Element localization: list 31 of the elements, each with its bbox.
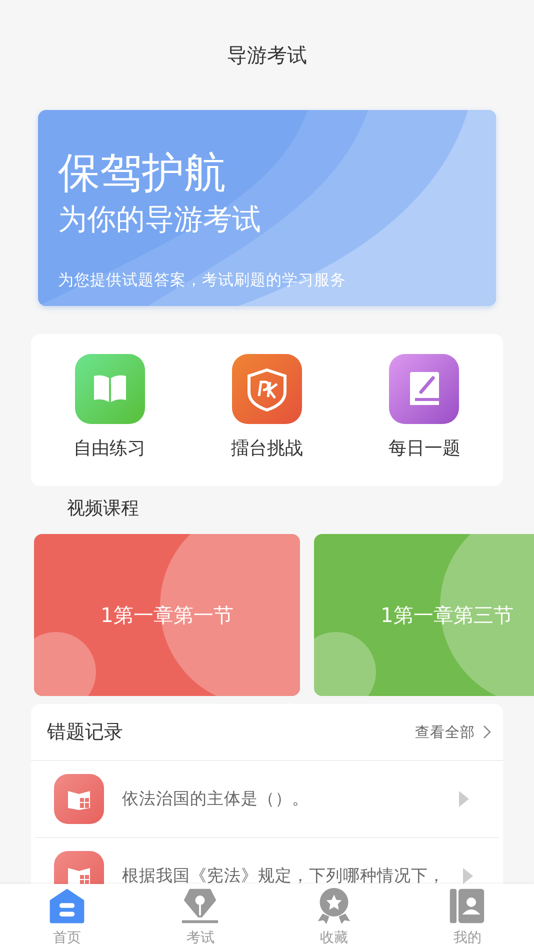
shortcut-label[interactable]: 擂台挑战 xyxy=(230,436,303,460)
contact-card-icon xyxy=(448,887,486,925)
page-title: 导游考试 xyxy=(227,42,307,68)
tab[interactable]: 收藏 xyxy=(267,884,400,950)
pen-nib-icon xyxy=(181,887,220,925)
course-card[interactable]: 1第一章第三节 xyxy=(314,534,534,696)
section-title: 视频课程 xyxy=(67,498,139,519)
chevron-icon xyxy=(483,725,491,739)
arrow-icon xyxy=(459,791,469,807)
tab[interactable]: 首页 xyxy=(0,884,134,950)
shortcut-label[interactable]: 自由练习 xyxy=(74,436,146,460)
tab[interactable]: 考试 xyxy=(134,884,267,950)
course-title: 1第一章第一节 xyxy=(100,602,234,628)
tab[interactable]: 我的 xyxy=(400,884,534,950)
shield-icon[interactable] xyxy=(232,354,302,424)
banner-subtitle: 为你的导游考试 xyxy=(58,201,262,238)
shortcut-label[interactable]: 每日一题 xyxy=(388,436,460,460)
view-all-link[interactable]: 查看全部 xyxy=(415,722,491,742)
arrow-icon xyxy=(463,868,473,884)
notebook-icon[interactable] xyxy=(389,354,460,424)
course-title: 1第一章第三节 xyxy=(380,602,514,628)
course-card[interactable]: 1第一章第一节 xyxy=(34,534,300,696)
banner-caption: 为您提供试题答案，考试刷题的学习服务 xyxy=(58,270,347,291)
question-text[interactable]: 根据我国《宪法》规定，下列哪种情况下， xyxy=(122,865,445,887)
card-title: 错题记录 xyxy=(47,720,123,745)
question-text[interactable]: 依法治国的主体是（）。 xyxy=(122,788,441,810)
banner-title: 保驾护航 xyxy=(58,148,227,198)
home-icon xyxy=(48,887,86,925)
book-icon xyxy=(54,774,104,824)
banner[interactable]: 保驾护航 为你的导游考试 为您提供试题答案，考试刷题的学习服务 xyxy=(38,110,496,306)
book-icon[interactable] xyxy=(74,354,145,424)
